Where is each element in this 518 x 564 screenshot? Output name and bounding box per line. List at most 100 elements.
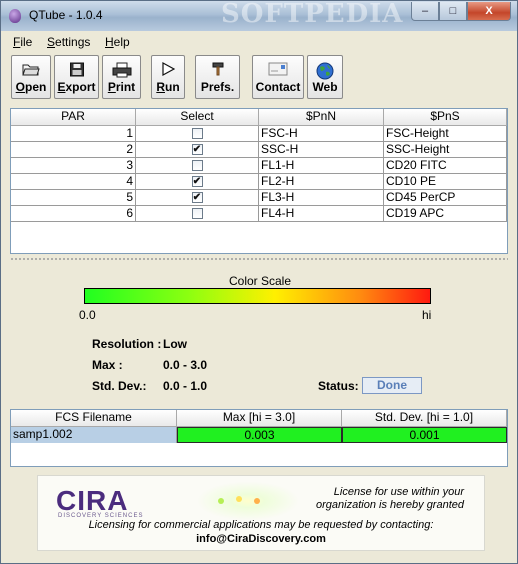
pnn-cell: FL2-H bbox=[259, 174, 384, 190]
title-bar[interactable]: SOFTPEDIA QTube - 1.0.4 – □ X bbox=[1, 1, 517, 31]
license-line-1: License for use within your bbox=[333, 486, 464, 498]
decorative-glow bbox=[188, 478, 308, 524]
col-header-stddev[interactable]: Std. Dev. [hi = 1.0] bbox=[342, 410, 507, 426]
pns-cell: CD45 PerCP bbox=[384, 190, 507, 206]
export-label: Export bbox=[57, 80, 96, 94]
table-row[interactable]: samp1.002 0.003 0.001 bbox=[11, 427, 507, 443]
print-label: Print bbox=[107, 80, 136, 94]
max-label: Max : bbox=[92, 358, 123, 372]
glow-dot bbox=[236, 496, 242, 502]
pnn-cell: SSC-H bbox=[259, 142, 384, 158]
contact-button[interactable]: Contact bbox=[252, 55, 304, 99]
par-cell: 5 bbox=[11, 190, 136, 206]
select-cell bbox=[136, 126, 259, 142]
menu-settings-mnemonic: S bbox=[47, 35, 56, 49]
status-label: Status: bbox=[318, 379, 359, 393]
glow-dot bbox=[254, 498, 260, 504]
select-cell: ✔ bbox=[136, 174, 259, 190]
menu-file-label: ile bbox=[20, 35, 33, 49]
web-label: Web bbox=[312, 80, 338, 94]
par-cell: 4 bbox=[11, 174, 136, 190]
select-checkbox[interactable]: ✔ bbox=[191, 192, 203, 203]
glow-dot bbox=[218, 498, 224, 504]
col-header-pnn[interactable]: $PnN bbox=[259, 109, 384, 125]
table-row[interactable]: 5 ✔ FL3-H CD45 PerCP bbox=[11, 190, 507, 206]
print-button[interactable]: Print bbox=[102, 55, 141, 99]
table-row[interactable]: 2 ✔ SSC-H SSC-Height bbox=[11, 142, 507, 158]
select-cell: ✔ bbox=[136, 190, 259, 206]
parameter-table: PAR Select $PnN $PnS 1 FSC-H FSC-Height … bbox=[10, 108, 508, 254]
pns-cell: SSC-Height bbox=[384, 142, 507, 158]
select-checkbox[interactable] bbox=[191, 160, 203, 171]
printer-icon bbox=[112, 62, 131, 78]
play-icon bbox=[162, 62, 175, 76]
color-scale-bar bbox=[84, 288, 431, 304]
prefs-label: Prefs. bbox=[200, 80, 235, 94]
pns-cell: CD10 PE bbox=[384, 174, 507, 190]
open-label: Open bbox=[15, 80, 47, 94]
hammer-icon bbox=[212, 62, 223, 76]
pnn-cell: FL1-H bbox=[259, 158, 384, 174]
fcs-table-header: FCS Filename Max [hi = 3.0] Std. Dev. [h… bbox=[11, 410, 507, 427]
col-header-pns[interactable]: $PnS bbox=[384, 109, 507, 125]
toolbar: Open Export Print Run Prefs. Contact Web bbox=[2, 53, 516, 101]
pnn-cell: FL4-H bbox=[259, 206, 384, 222]
prefs-button[interactable]: Prefs. bbox=[195, 55, 240, 99]
col-header-select[interactable]: Select bbox=[136, 109, 259, 125]
license-line-3: Licensing for commercial applications ma… bbox=[88, 519, 434, 531]
color-scale-low: 0.0 bbox=[79, 308, 96, 322]
col-header-par[interactable]: PAR bbox=[11, 109, 136, 125]
folder-icon bbox=[22, 64, 40, 76]
pnn-cell: FSC-H bbox=[259, 126, 384, 142]
table-row[interactable]: 6 FL4-H CD19 APC bbox=[11, 206, 507, 222]
license-line-2: organization is hereby granted bbox=[316, 499, 464, 511]
select-checkbox[interactable] bbox=[191, 208, 203, 219]
pnn-cell: FL3-H bbox=[259, 190, 384, 206]
col-header-filename[interactable]: FCS Filename bbox=[11, 410, 177, 426]
par-cell: 3 bbox=[11, 158, 136, 174]
floppy-disk-icon bbox=[69, 62, 84, 77]
select-cell bbox=[136, 206, 259, 222]
pns-cell: CD20 FITC bbox=[384, 158, 507, 174]
fcs-results-table: FCS Filename Max [hi = 3.0] Std. Dev. [h… bbox=[10, 409, 508, 467]
select-checkbox[interactable]: ✔ bbox=[191, 144, 203, 155]
contact-email: info@CiraDiscovery.com bbox=[196, 533, 326, 545]
run-label: Run bbox=[156, 80, 180, 94]
color-scale-title: Color Scale bbox=[228, 274, 292, 288]
pns-cell: FSC-Height bbox=[384, 126, 507, 142]
open-button[interactable]: Open bbox=[11, 55, 51, 99]
select-checkbox[interactable]: ✔ bbox=[191, 176, 203, 187]
contact-label: Contact bbox=[255, 80, 301, 94]
select-checkbox[interactable] bbox=[191, 128, 203, 139]
export-button[interactable]: Export bbox=[54, 55, 99, 99]
max-cell: 0.003 bbox=[177, 427, 342, 443]
col-header-max[interactable]: Max [hi = 3.0] bbox=[177, 410, 342, 426]
close-button[interactable]: X bbox=[467, 2, 511, 21]
pns-cell: CD19 APC bbox=[384, 206, 507, 222]
split-pane-divider[interactable] bbox=[10, 257, 508, 262]
par-cell: 6 bbox=[11, 206, 136, 222]
license-banner: CIRA DISCOVERY SCIENCES License for use … bbox=[37, 475, 485, 551]
par-cell: 2 bbox=[11, 142, 136, 158]
envelope-icon bbox=[268, 62, 288, 76]
menu-settings[interactable]: Settings bbox=[47, 35, 90, 49]
resolution-label: Resolution : bbox=[92, 337, 162, 351]
window-title: QTube - 1.0.4 bbox=[29, 8, 103, 22]
table-row[interactable]: 1 FSC-H FSC-Height bbox=[11, 126, 507, 142]
globe-icon bbox=[316, 62, 334, 80]
resolution-value: Low bbox=[163, 337, 187, 351]
app-window: SOFTPEDIA QTube - 1.0.4 – □ X File Setti… bbox=[0, 0, 518, 564]
table-row[interactable]: 4 ✔ FL2-H CD10 PE bbox=[11, 174, 507, 190]
select-cell bbox=[136, 158, 259, 174]
menu-help-label: elp bbox=[113, 35, 130, 49]
web-button[interactable]: Web bbox=[307, 55, 343, 99]
table-row[interactable]: 3 FL1-H CD20 FITC bbox=[11, 158, 507, 174]
menu-bar: File Settings Help bbox=[2, 32, 516, 52]
minimize-button[interactable]: – bbox=[411, 2, 439, 21]
par-cell: 1 bbox=[11, 126, 136, 142]
run-button[interactable]: Run bbox=[151, 55, 185, 99]
menu-file[interactable]: File bbox=[13, 35, 32, 49]
maximize-button[interactable]: □ bbox=[439, 2, 467, 21]
max-value: 0.0 - 3.0 bbox=[163, 358, 208, 372]
menu-help[interactable]: Help bbox=[105, 35, 130, 49]
